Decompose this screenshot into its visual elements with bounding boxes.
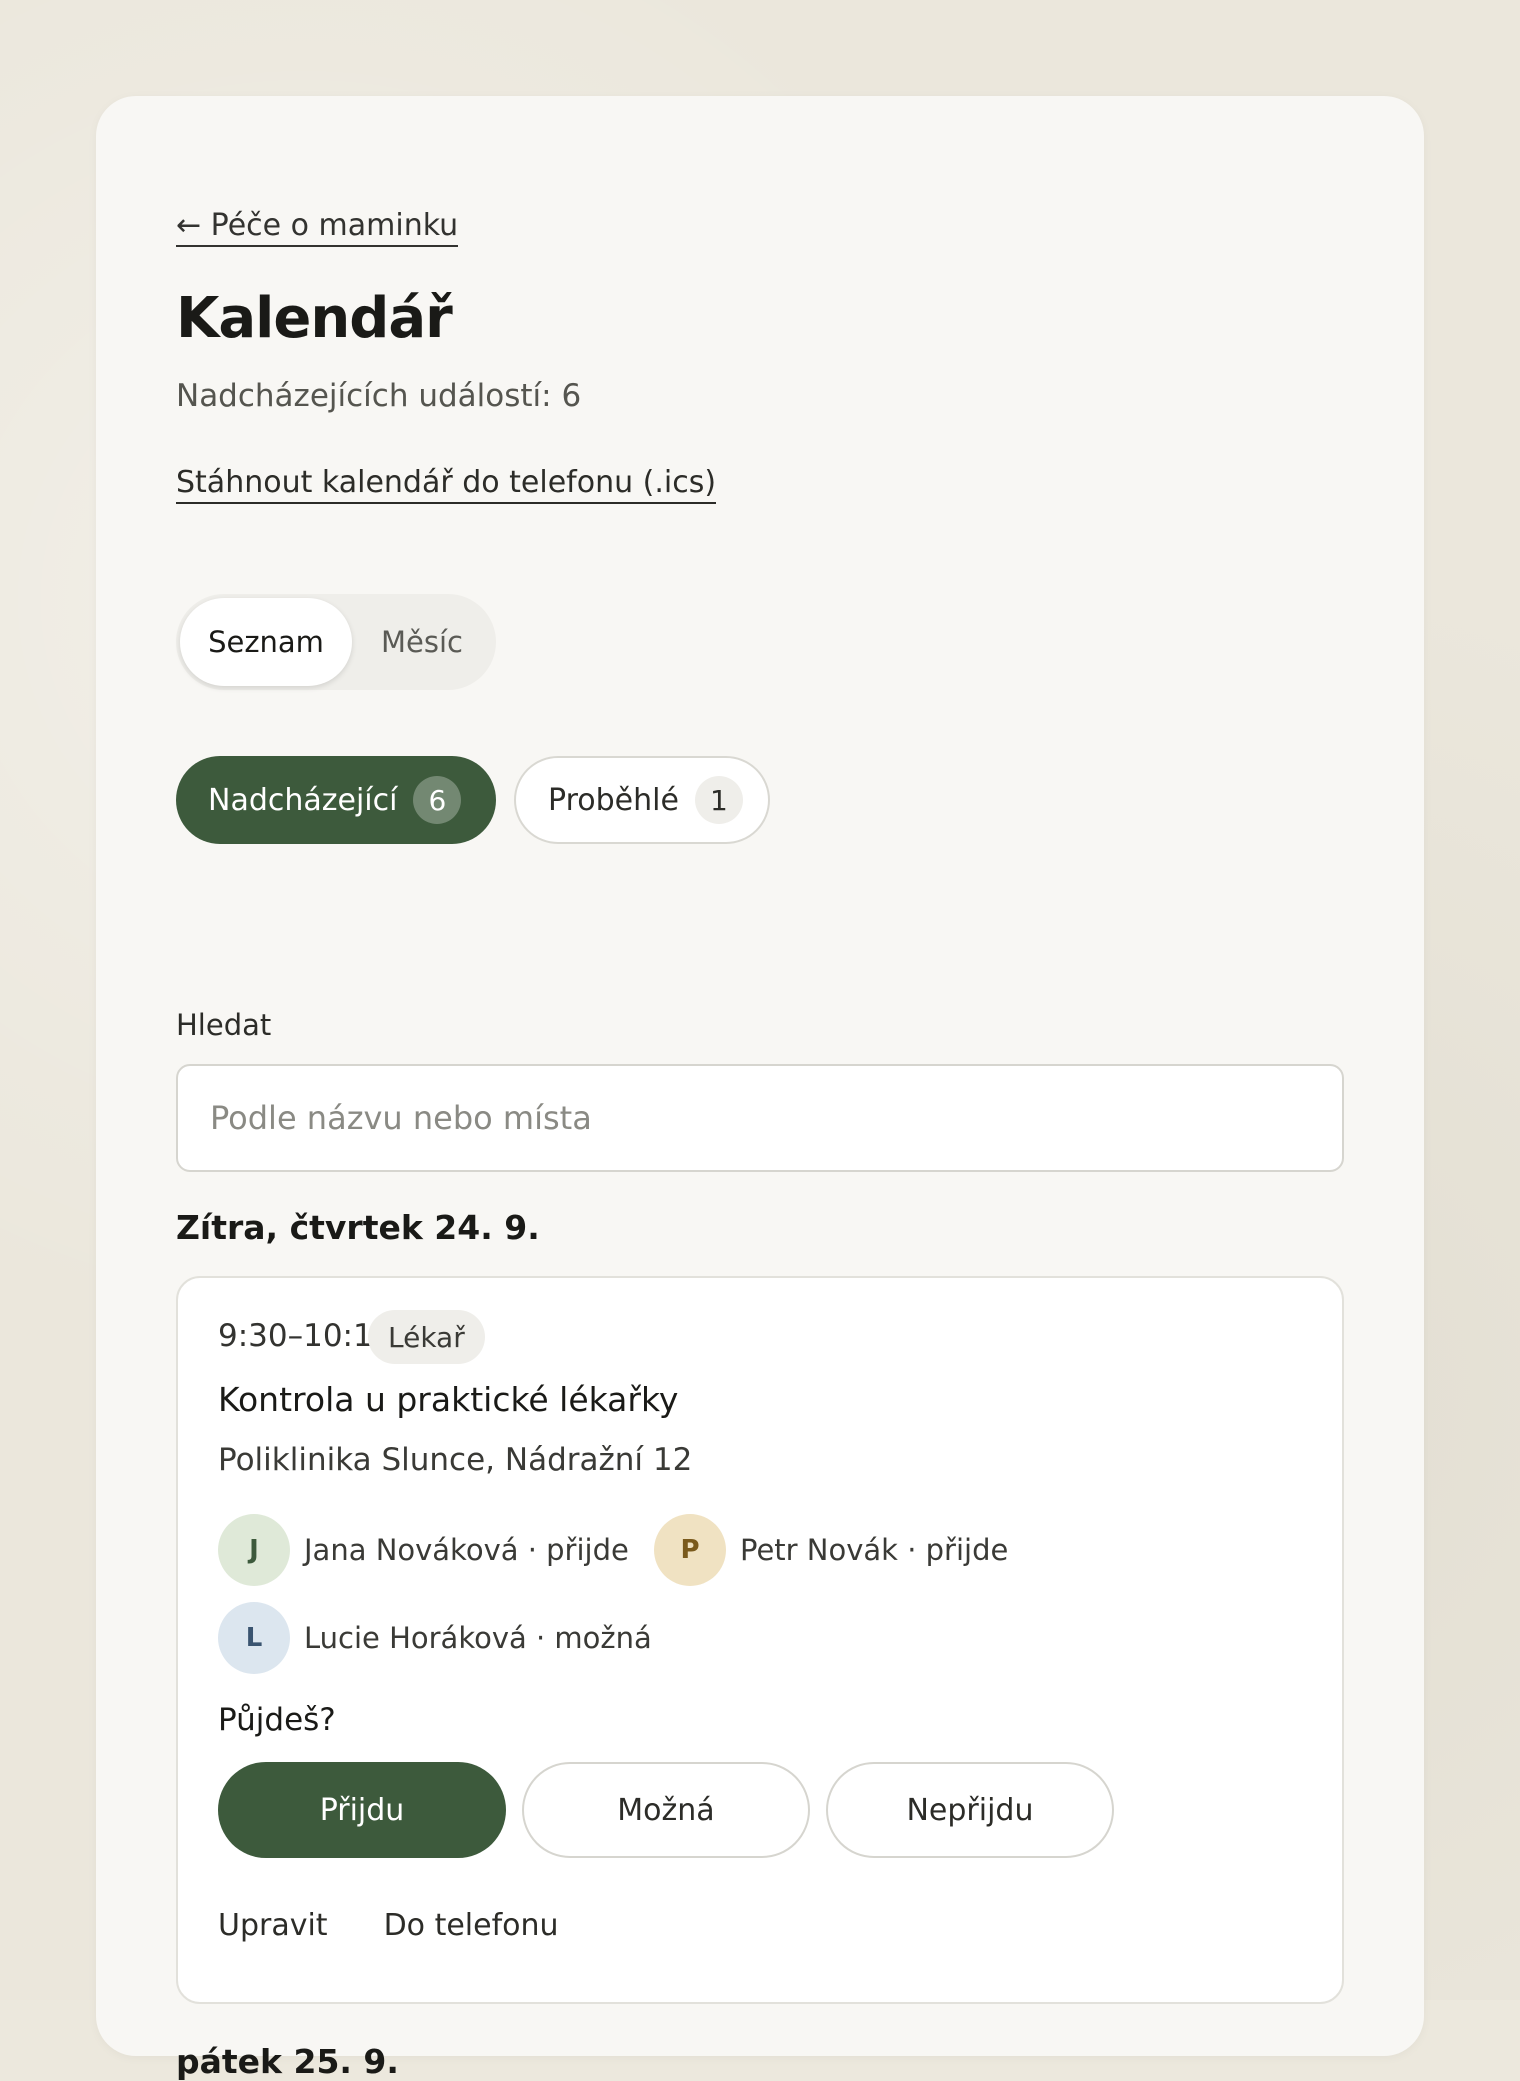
attendee: J Jana Nováková · přijde (218, 1514, 629, 1586)
rsvp-question: Půjdeš? (218, 1702, 336, 1738)
rsvp-no-button[interactable]: Nepřijdu (826, 1762, 1114, 1858)
page-title: Kalendář (176, 286, 452, 351)
calendar-card: ← Péče o maminku Kalendář Nadcházejících… (96, 96, 1424, 2056)
search-label: Hledat (176, 1008, 271, 1042)
event-filters: Nadcházející 6 Proběhlé 1 (176, 756, 770, 844)
rsvp-maybe-button[interactable]: Možná (522, 1762, 810, 1858)
filter-upcoming-label: Nadcházející (208, 783, 397, 818)
filter-past-label: Proběhlé (548, 783, 679, 818)
day-heading: pátek 25. 9. (176, 2042, 399, 2081)
attendee: L Lucie Horáková · možná (218, 1602, 652, 1674)
event-time: 9:30–10:15 (218, 1318, 392, 1354)
rsvp-group: Přijdu Možná Nepřijdu (218, 1762, 1114, 1858)
back-link[interactable]: ← Péče o maminku (176, 208, 458, 247)
attendee-status: Jana Nováková · přijde (304, 1533, 629, 1567)
filter-past-count: 1 (695, 776, 743, 824)
avatar: P (654, 1514, 726, 1586)
event-actions: Upravit Do telefonu (218, 1908, 559, 1943)
avatar: J (218, 1514, 290, 1586)
event-title: Kontrola u praktické lékařky (218, 1380, 678, 1419)
attendee-status: Lucie Horáková · možná (304, 1621, 652, 1655)
filter-upcoming-count: 6 (413, 776, 461, 824)
search-input[interactable] (176, 1064, 1344, 1172)
view-month-button[interactable]: Měsíc (352, 598, 492, 686)
filter-past-button[interactable]: Proběhlé 1 (514, 756, 770, 844)
event-card: 9:30–10:15 Lékař Kontrola u praktické lé… (176, 1276, 1344, 2004)
upcoming-count: Nadcházejících událostí: 6 (176, 378, 581, 414)
attendee-status: Petr Novák · přijde (740, 1533, 1008, 1567)
view-toggle: Seznam Měsíc (176, 594, 496, 690)
attendee: P Petr Novák · přijde (654, 1514, 1008, 1586)
download-ics-link[interactable]: Stáhnout kalendář do telefonu (.ics) (176, 464, 716, 504)
filter-upcoming-button[interactable]: Nadcházející 6 (176, 756, 496, 844)
rsvp-yes-button[interactable]: Přijdu (218, 1762, 506, 1858)
day-heading: Zítra, čtvrtek 24. 9. (176, 1208, 540, 1247)
add-to-phone-link[interactable]: Do telefonu (384, 1908, 559, 1943)
event-location: Poliklinika Slunce, Nádražní 12 (218, 1442, 692, 1478)
edit-event-link[interactable]: Upravit (218, 1908, 328, 1943)
event-category-tag: Lékař (368, 1310, 485, 1364)
avatar: L (218, 1602, 290, 1674)
view-list-button[interactable]: Seznam (180, 598, 352, 686)
